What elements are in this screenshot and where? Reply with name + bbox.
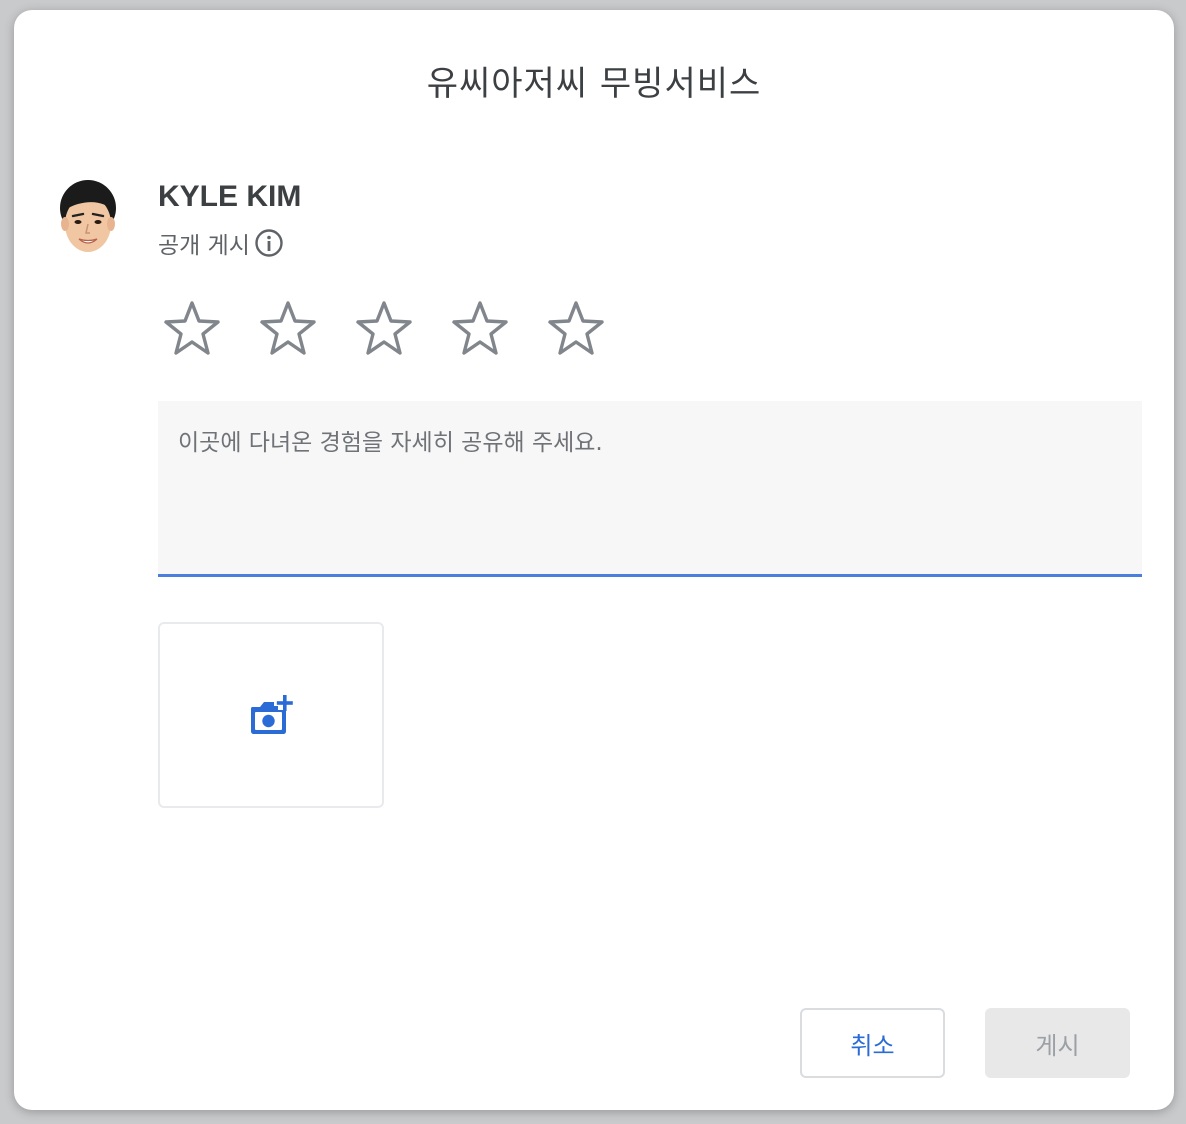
star-1-icon[interactable] — [158, 296, 226, 364]
star-5-icon[interactable] — [542, 296, 610, 364]
review-dialog: 유씨아저씨 무빙서비스 KYLE KIM 공개 게시 이곳에 다녀온 경험을 자… — [14, 10, 1174, 1110]
dialog-title: 유씨아저씨 무빙서비스 — [426, 64, 762, 104]
star-4-icon[interactable] — [446, 296, 514, 364]
cancel-button[interactable]: 취소 — [800, 1008, 945, 1078]
visibility-row: 공개 게시 — [158, 226, 284, 260]
star-3-icon[interactable] — [350, 296, 418, 364]
review-input[interactable] — [158, 401, 1142, 574]
star-rating — [158, 296, 638, 364]
post-button[interactable]: 게시 — [985, 1008, 1130, 1078]
star-2-icon[interactable] — [254, 296, 322, 364]
visibility-label: 공개 게시 — [158, 233, 250, 259]
add-photo-button[interactable] — [158, 622, 384, 808]
info-icon[interactable] — [254, 228, 284, 258]
add-photo-icon — [251, 695, 293, 734]
avatar — [60, 180, 116, 252]
user-name: KYLE KIM — [158, 180, 302, 213]
review-field — [158, 401, 1142, 577]
